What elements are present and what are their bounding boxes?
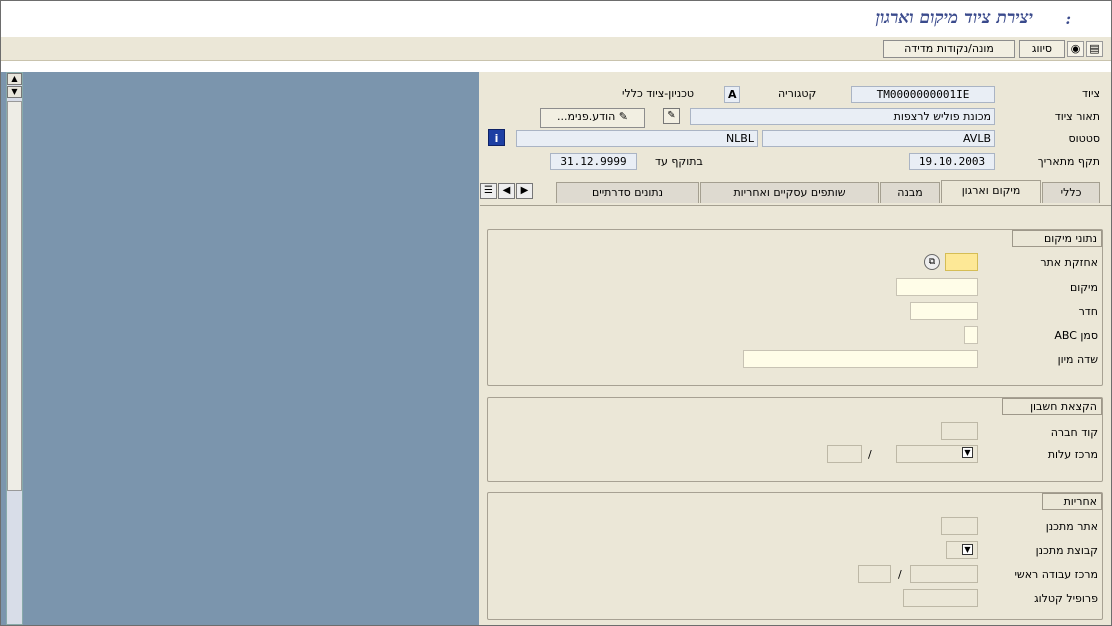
left-pane [1, 72, 479, 625]
planner-group-label: קבוצת מתכנן [1035, 544, 1098, 557]
tab-structure[interactable]: מבנה [880, 182, 940, 203]
valid-to-field: 31.12.9999 [550, 153, 637, 170]
tab-location-organization[interactable]: מיקום וארגון [941, 180, 1041, 203]
internal-note-label: הודע.פנימ... [557, 110, 616, 123]
binoculars-icon[interactable]: ◉ [1067, 41, 1084, 57]
catalog-profile-label: פרופיל קטלוג [1034, 592, 1098, 605]
sort-field-label: שדה מיון [1057, 353, 1098, 366]
company-code-label: קוד חברה [1050, 426, 1098, 439]
location-label: מיקום [1069, 281, 1098, 294]
internal-note-button[interactable]: ✎ הודע.פנימ... [540, 108, 645, 128]
planning-plant-field [941, 517, 978, 535]
copy-icon[interactable]: ⧉ [924, 254, 940, 270]
equipment-label: ציוד [1082, 87, 1100, 100]
location-input[interactable] [896, 278, 978, 296]
scroll-down-icon[interactable]: ▼ [7, 86, 22, 98]
company-code-field [941, 422, 978, 440]
main-work-center-field [910, 565, 978, 583]
tab-business-partners[interactable]: שותפים עסקיים ואחריות [700, 182, 879, 203]
user-status-field: NLBL [516, 130, 758, 147]
scroll-thumb[interactable] [7, 101, 22, 491]
catalog-profile-field [903, 589, 978, 607]
category-field: A [724, 86, 740, 103]
responsibility-section-title: אחריות [1042, 493, 1102, 510]
cost-center-separator: / [868, 448, 872, 461]
abc-indicator-input[interactable] [964, 326, 978, 344]
planning-plant-label: אתר מתכנן [1045, 520, 1098, 533]
cost-center-controlling-area [827, 445, 862, 463]
maintenance-plant-input[interactable] [945, 253, 978, 271]
scroll-up-icon[interactable]: ▲ [7, 73, 22, 85]
maintenance-plant-label: אחזקת אתר [1040, 256, 1098, 269]
planner-group-dropdown-icon[interactable]: ▼ [962, 544, 973, 555]
tab-list-icon[interactable]: ☰ [480, 183, 497, 199]
abc-indicator-label: סמן ABC [1054, 329, 1098, 342]
edit-long-text-icon[interactable]: ✎ [663, 108, 680, 124]
document-icon[interactable]: ▤ [1086, 41, 1103, 57]
info-icon[interactable]: i [488, 129, 505, 146]
work-center-plant-field [858, 565, 891, 583]
sort-field-input[interactable] [743, 350, 978, 368]
valid-from-label: תקף מתאריך [1037, 155, 1100, 168]
tab-scroll-right-icon[interactable]: ▶ [516, 183, 533, 199]
tab-scroll-left-icon[interactable]: ◀ [498, 183, 515, 199]
valid-from-field: 19.10.2003 [909, 153, 995, 170]
category-description: טכניון-ציוד כללי [622, 87, 695, 100]
room-input[interactable] [910, 302, 978, 320]
category-label: קטגוריה [778, 87, 817, 100]
status-label: סטטוס [1068, 132, 1100, 145]
title-bar: יצירת ציוד מיקום וארגון : [1, 1, 1111, 37]
tab-serial-data[interactable]: נתונים סדרתיים [556, 182, 699, 203]
vertical-scrollbar[interactable]: ▲ ▼ [6, 72, 23, 625]
cost-center-dropdown-icon[interactable]: ▼ [962, 447, 973, 458]
work-center-separator: / [898, 568, 902, 581]
tab-general[interactable]: כללי [1042, 182, 1100, 203]
edit-icon: ✎ [618, 110, 628, 123]
main-work-center-label: מרכז עבודה ראשי [1014, 568, 1098, 581]
measuring-points-button[interactable]: מונה/נקודות מדידה [883, 40, 1015, 58]
valid-to-label: בתוקף עד [655, 155, 703, 168]
responsibility-section [487, 492, 1103, 620]
application-toolbar: ▤ ◉ סיווג מונה/נקודות מדידה [1, 37, 1111, 61]
status-field: AVLB [762, 130, 995, 147]
location-section-title: נתוני מיקום [1012, 230, 1102, 247]
classification-button[interactable]: סיווג [1019, 40, 1065, 58]
window-title: יצירת ציוד מיקום וארגון [875, 8, 1033, 28]
window-title-suffix: : [1065, 10, 1071, 28]
description-field[interactable]: מכונת פוליש לרצפות [690, 108, 995, 125]
room-label: חדר [1078, 305, 1098, 318]
account-section-title: הקצאת חשבון [1002, 398, 1102, 415]
description-label: תאור ציוד [1054, 110, 1100, 123]
cost-center-label: מרכז עלות [1047, 448, 1098, 461]
equipment-field: TM0000000001IE [851, 86, 995, 103]
